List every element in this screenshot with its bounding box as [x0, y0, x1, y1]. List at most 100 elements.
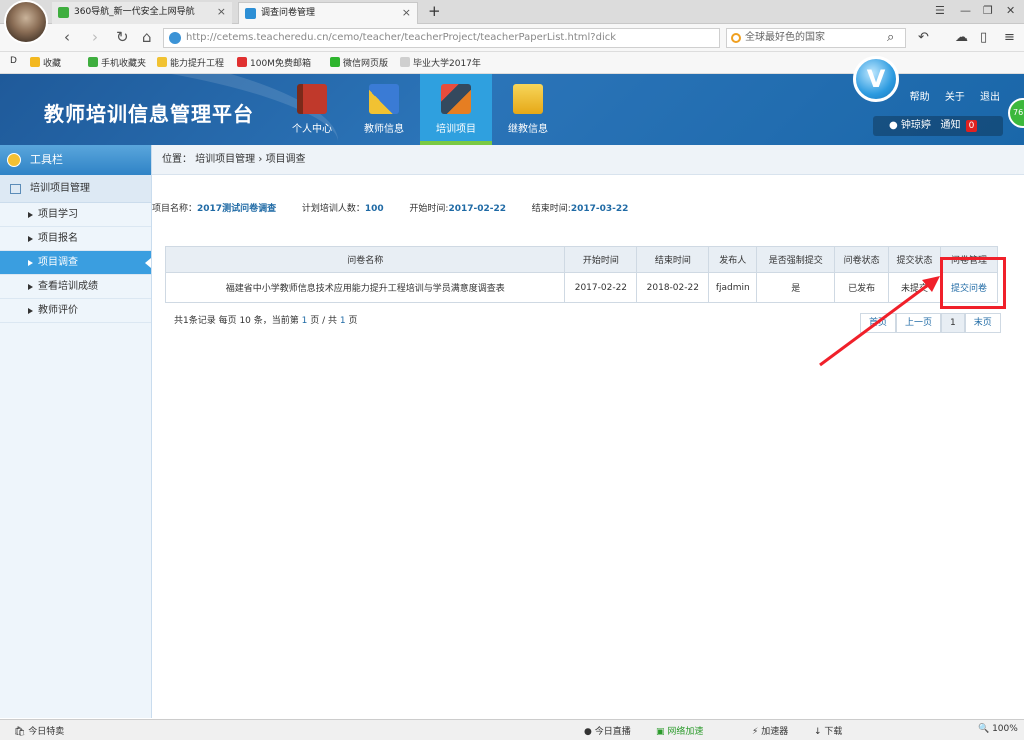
survey-table: 问卷名称 开始时间 结束时间 发布人 是否强制提交 问卷状态 提交状态 问卷管理… — [164, 246, 998, 303]
about-link[interactable]: 关于 — [945, 92, 965, 103]
column-header: 发布人 — [708, 246, 758, 273]
browser-tab-360[interactable]: 360导航_新一代安全上网导航 × — [52, 2, 232, 24]
new-tab-button[interactable]: + — [428, 2, 441, 20]
forward-icon[interactable]: › — [92, 28, 98, 46]
column-header: 问卷名称 — [164, 246, 566, 273]
user-icon: ● — [889, 120, 898, 131]
manage-cell: 提交问卷 — [940, 272, 998, 303]
bookmark-toggle[interactable]: D — [10, 56, 17, 66]
project-name-label: 项目名称： — [152, 204, 198, 214]
nav-personal-center[interactable]: 个人中心 — [276, 74, 348, 145]
current-page: 1 — [301, 316, 308, 326]
start-date-cell: 2017-02-22 — [564, 272, 638, 303]
sidebar-header[interactable]: 工具栏 — [0, 145, 151, 175]
reload-icon[interactable]: ↻ — [116, 28, 129, 46]
site-title: 教师培训信息管理平台 — [44, 102, 254, 126]
column-header: 开始时间 — [564, 246, 638, 273]
bookmark-item[interactable]: 100M免费邮箱 — [237, 56, 311, 69]
bookmark-item[interactable]: 微信网页版 — [330, 56, 388, 69]
bookmark-item[interactable]: 手机收藏夹 — [88, 56, 146, 69]
bookmark-item[interactable]: 收藏 — [30, 56, 61, 69]
globe-icon — [169, 32, 181, 44]
notify-link[interactable]: 通知 — [940, 120, 960, 131]
restore-icon[interactable]: ❐ — [983, 4, 993, 17]
close-icon[interactable]: × — [402, 3, 411, 23]
sidebar-group-label: 培训项目管理 — [30, 183, 90, 194]
live-link[interactable]: ● 今日直播 — [584, 724, 631, 737]
tab-title: 360导航_新一代安全上网导航 — [74, 7, 195, 17]
submit-status-cell: 未提交 — [888, 272, 941, 303]
plan-count-value: 100 — [364, 204, 384, 214]
total-pages: 1 — [339, 316, 346, 326]
vip-badge-icon[interactable]: V — [853, 56, 899, 102]
book-icon — [297, 84, 327, 114]
bookmark-item[interactable]: 能力提升工程 — [157, 56, 224, 69]
page-info-middle: 页 / 共 — [310, 316, 338, 326]
360-icon — [58, 7, 69, 18]
search-engine-icon — [731, 33, 741, 43]
last-page-button[interactable]: 末页 — [964, 313, 1001, 333]
back-icon[interactable]: ‹ — [64, 28, 70, 46]
table-row: 福建省中小学教师信息技术应用能力提升工程培训与学员满意度调查表 2017-02-… — [164, 272, 998, 303]
logout-link[interactable]: 退出 — [980, 92, 1000, 103]
end-time-value: 2017-03-22 — [570, 204, 629, 214]
nav-training-project[interactable]: 培训项目 — [420, 74, 492, 145]
page-info-prefix: 共1条记录 每页 10 条，当前第 — [174, 316, 299, 326]
page-icon — [400, 57, 410, 67]
nav-continuing-education[interactable]: 继教信息 — [492, 74, 564, 145]
notify-count-badge: 0 — [965, 120, 978, 132]
nav-teacher-info[interactable]: 教师信息 — [348, 74, 420, 145]
cloud-icon[interactable]: ☁ — [955, 30, 968, 45]
close-icon[interactable]: × — [217, 2, 226, 22]
help-link[interactable]: 帮助 — [910, 92, 930, 103]
username[interactable]: 钟琼婷 — [901, 120, 931, 131]
sidebar-item-training-scores[interactable]: 查看培训成绩 — [0, 275, 151, 299]
network-accel-link[interactable]: ▣ 网络加速 — [656, 724, 703, 737]
sidebar-item-project-enroll[interactable]: 项目报名 — [0, 227, 151, 251]
menu-icon[interactable]: ☰ — [935, 4, 945, 17]
search-text: 全球最好色的国家 — [745, 32, 825, 43]
zoom-level[interactable]: 🔍 100% — [978, 724, 1018, 734]
first-page-button[interactable]: 首页 — [860, 313, 897, 333]
home-icon[interactable]: ⌂ — [142, 28, 152, 46]
publisher-cell: fjadmin — [708, 272, 758, 303]
more-icon[interactable]: ≡ — [1004, 30, 1015, 45]
nav-label: 继教信息 — [508, 124, 548, 135]
column-header: 是否强制提交 — [756, 246, 836, 273]
window-close-icon[interactable]: ✕ — [1006, 4, 1015, 17]
mandatory-cell: 是 — [756, 272, 836, 303]
column-header: 问卷状态 — [834, 246, 890, 273]
browser-tab-bar: 360导航_新一代安全上网导航 × 调查问卷管理 × + ☰ — ❐ ✕ — [0, 0, 1024, 24]
prev-page-button[interactable]: 上一页 — [896, 313, 942, 333]
column-header: 结束时间 — [636, 246, 710, 273]
nav-label: 教师信息 — [364, 124, 404, 135]
box-icon — [513, 84, 543, 114]
sidebar-item-teacher-evaluation[interactable]: 教师评价 — [0, 299, 151, 323]
breadcrumb-label: 位置： — [162, 154, 192, 165]
nav-label: 培训项目 — [436, 124, 476, 135]
phone-icon[interactable]: ▯ — [980, 30, 987, 45]
page-number-button[interactable]: 1 — [941, 313, 965, 333]
minimize-icon[interactable]: — — [960, 4, 971, 17]
plan-count-label: 计划培训人数： — [301, 204, 365, 214]
browser-tab-survey[interactable]: 调查问卷管理 × — [238, 2, 418, 24]
undo-icon[interactable]: ↶ — [918, 30, 929, 45]
accelerator-link[interactable]: ⚡ 加速器 — [752, 724, 788, 737]
url-input[interactable]: http://cetems.teacheredu.cn/cemo/teacher… — [163, 28, 720, 48]
bookmark-item[interactable]: 毕业大学2017年 — [400, 56, 481, 69]
sidebar-item-project-study[interactable]: 项目学习 — [0, 203, 151, 227]
user-avatar[interactable] — [4, 0, 48, 44]
breadcrumb-item[interactable]: 培训项目管理 — [195, 154, 255, 165]
nav-label: 个人中心 — [292, 124, 332, 135]
submit-survey-link[interactable]: 提交问卷 — [951, 284, 987, 294]
search-input[interactable]: 全球最好色的国家 — [726, 28, 906, 48]
breadcrumb-item: 项目调查 — [265, 154, 306, 165]
download-link[interactable]: ↓ 下载 — [814, 724, 842, 737]
sidebar-group-training[interactable]: 培训项目管理 — [0, 175, 151, 203]
search-icon[interactable]: ⌕ — [887, 30, 894, 45]
header-links: 帮助 关于 退出 — [898, 88, 1000, 103]
breadcrumb-separator: › — [258, 154, 266, 165]
sidebar-item-project-survey[interactable]: 项目调查 — [0, 251, 151, 275]
deals-link[interactable]: 🛍 今日特卖 — [14, 724, 64, 737]
end-date-cell: 2018-02-22 — [636, 272, 710, 303]
